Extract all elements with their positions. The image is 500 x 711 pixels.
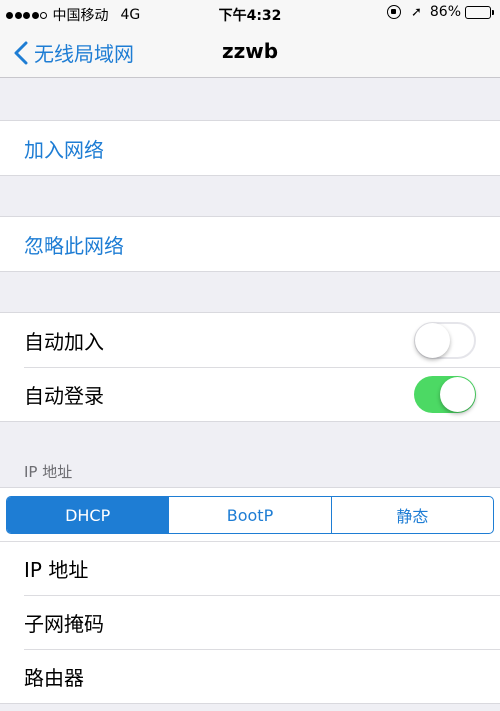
segment-bootp[interactable]: BootP — [168, 497, 330, 533]
auto-login-row: 自动登录 — [0, 367, 500, 421]
segment-dhcp[interactable]: DHCP — [7, 497, 169, 533]
ip-mode-segmented-control: DHCP BootP 静态 — [6, 496, 494, 534]
page-title: zzwb — [221, 39, 279, 63]
ip-address-row[interactable]: IP 地址 — [0, 541, 500, 595]
toggle-knob — [415, 323, 450, 358]
ip-details-group: IP 地址 子网掩码 路由器 — [0, 541, 500, 704]
ip-mode-container: DHCP BootP 静态 — [0, 487, 500, 541]
forget-group: 忽略此网络 — [0, 216, 500, 272]
navigation-bar: 无线局域网 zzwb — [0, 26, 500, 78]
ip-address-label: IP 地址 — [24, 558, 89, 582]
segment-static[interactable]: 静态 — [330, 497, 493, 533]
auto-join-row: 自动加入 — [0, 313, 500, 367]
auto-login-toggle[interactable] — [414, 376, 476, 413]
battery-percent: 86% — [429, 4, 461, 20]
auto-join-label: 自动加入 — [24, 329, 104, 354]
status-right: ➚ 86% — [386, 4, 494, 20]
join-network-button[interactable]: 加入网络 — [0, 121, 500, 175]
toggle-knob — [440, 377, 475, 412]
auto-join-toggle[interactable] — [414, 322, 476, 359]
battery-icon — [465, 5, 494, 19]
auto-login-label: 自动登录 — [24, 383, 104, 408]
subnet-mask-row[interactable]: 子网掩码 — [0, 595, 500, 649]
status-bar: 中国移动 4G 下午4:32 ➚ 86% — [0, 0, 500, 26]
router-label: 路由器 — [24, 665, 84, 690]
forget-network-button[interactable]: 忽略此网络 — [0, 217, 500, 271]
subnet-mask-label: 子网掩码 — [24, 611, 104, 636]
join-group: 加入网络 — [0, 120, 500, 176]
rotation-lock-icon — [386, 5, 401, 19]
location-arrow-icon: ➚ — [410, 4, 422, 20]
router-row[interactable]: 路由器 — [0, 649, 500, 703]
ip-section-header: IP 地址 — [24, 463, 73, 481]
auto-settings-group: 自动加入 自动登录 — [0, 312, 500, 422]
